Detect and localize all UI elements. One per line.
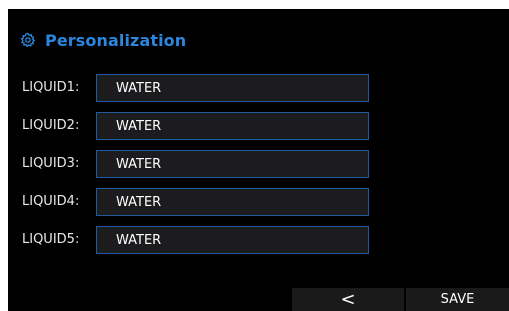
liquid1-label: LIQUID1:	[22, 80, 80, 95]
gear-icon	[20, 32, 36, 48]
liquid2-field[interactable]	[96, 112, 369, 140]
settings-screen: Personalization LIQUID1: LIQUID2: LIQUID…	[8, 9, 509, 311]
liquid-row: LIQUID3:	[8, 150, 509, 178]
liquid3-label: LIQUID3:	[22, 156, 80, 171]
liquid1-field[interactable]	[96, 74, 369, 102]
liquid5-field[interactable]	[96, 226, 369, 254]
liquid2-label: LIQUID2:	[22, 118, 80, 133]
page-title: Personalization	[45, 30, 187, 50]
liquid4-label: LIQUID4:	[22, 194, 80, 209]
liquid5-label: LIQUID5:	[22, 232, 80, 247]
save-button[interactable]: SAVE	[406, 288, 509, 311]
liquid-row: LIQUID5:	[8, 226, 509, 254]
liquid-row: LIQUID4:	[8, 188, 509, 216]
liquid-row: LIQUID1:	[8, 74, 509, 102]
liquid3-field[interactable]	[96, 150, 369, 178]
back-button[interactable]: <	[292, 288, 404, 311]
liquid4-field[interactable]	[96, 188, 369, 216]
liquid-row: LIQUID2:	[8, 112, 509, 140]
page-header: Personalization	[20, 29, 186, 51]
